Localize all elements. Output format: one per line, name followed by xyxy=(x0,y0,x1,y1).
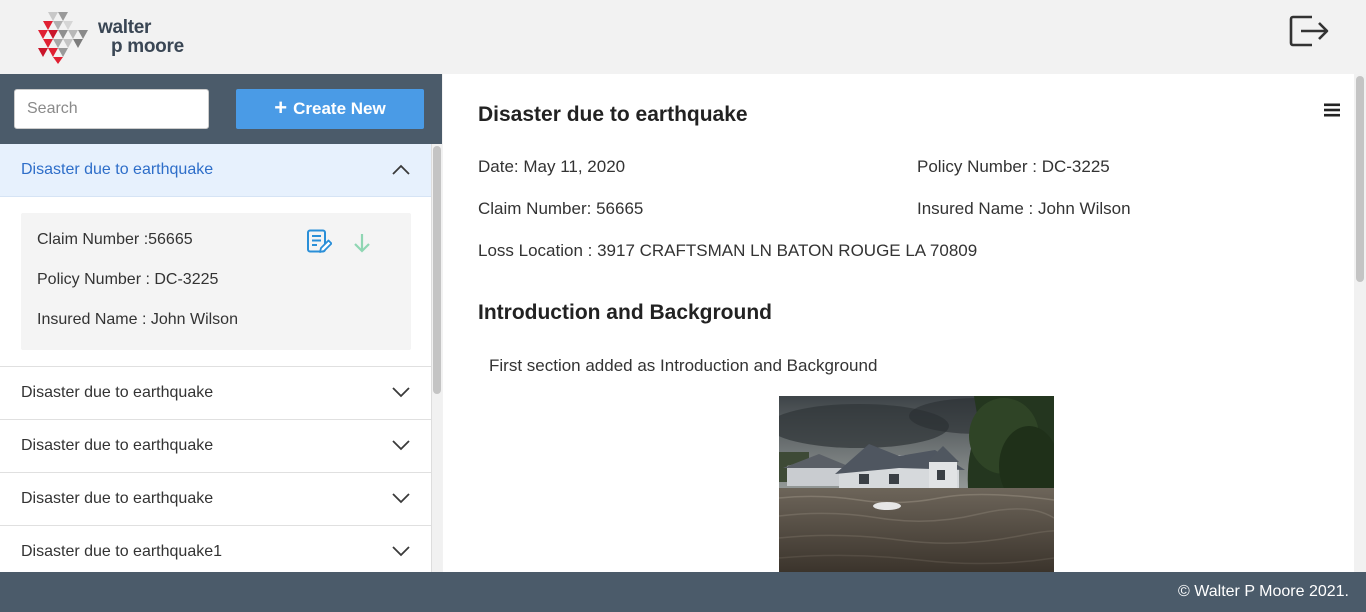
chevron-up-icon[interactable] xyxy=(391,162,411,176)
list-item-title: Disaster due to earthquake xyxy=(21,490,214,507)
create-new-label: Create New xyxy=(293,99,386,118)
claims-sidebar: + Create New Disaster due to earthquake … xyxy=(0,74,442,572)
list-item-header[interactable]: Disaster due to earthquake xyxy=(0,420,431,473)
download-arrow-icon[interactable] xyxy=(351,231,373,255)
logo-wordmark: walter p moore xyxy=(98,18,184,56)
chevron-down-icon[interactable] xyxy=(391,544,411,558)
policy-number: Policy Number : DC-3225 xyxy=(917,157,1110,176)
list-item-title: Disaster due to earthquake1 xyxy=(21,543,223,560)
app-header: walter p moore xyxy=(0,0,1366,74)
company-logo[interactable]: walter p moore xyxy=(34,10,204,64)
insured-name: Insured Name : John Wilson xyxy=(37,311,238,328)
plus-icon: + xyxy=(274,95,288,120)
chevron-down-icon[interactable] xyxy=(391,385,411,399)
claim-number: Claim Number: 56665 xyxy=(478,199,644,218)
logo-line-2: p moore xyxy=(111,36,184,57)
chevron-down-icon[interactable] xyxy=(391,491,411,505)
list-item-title: Disaster due to earthquake xyxy=(21,161,214,178)
chevron-down-icon[interactable] xyxy=(391,438,411,452)
sidebar-scrollbar[interactable] xyxy=(432,144,442,572)
policy-number: Policy Number : DC-3225 xyxy=(37,271,219,288)
section-text: First section added as Introduction and … xyxy=(489,356,878,375)
hamburger-menu-icon[interactable] xyxy=(1323,102,1341,118)
app-footer: © Walter P Moore 2021. xyxy=(0,572,1366,612)
flooded-house-photo xyxy=(779,396,1054,572)
insured-name: Insured Name : John Wilson xyxy=(917,199,1131,218)
logout-icon[interactable] xyxy=(1288,14,1332,48)
edit-document-icon[interactable] xyxy=(306,229,332,255)
create-new-button[interactable]: + Create New xyxy=(236,89,424,129)
walter-p-moore-logo-icon xyxy=(38,12,88,64)
page-title: Disaster due to earthquake xyxy=(478,103,748,126)
claim-detail-panel: Disaster due to earthquake Date: May 11,… xyxy=(443,74,1366,572)
copyright-text: © Walter P Moore 2021. xyxy=(1178,583,1349,600)
scrollbar-thumb[interactable] xyxy=(433,146,441,394)
search-input[interactable] xyxy=(14,89,209,129)
claim-summary-card: Claim Number :56665 Policy Number : DC-3… xyxy=(21,213,411,350)
sidebar-toolbar: + Create New xyxy=(0,74,442,144)
claim-number: Claim Number :56665 xyxy=(37,231,193,248)
section-heading: Introduction and Background xyxy=(478,301,772,324)
claims-list: Disaster due to earthquake Claim Number … xyxy=(0,144,432,572)
loss-location: Loss Location : 3917 CRAFTSMAN LN BATON … xyxy=(478,241,978,260)
list-item-header[interactable]: Disaster due to earthquake xyxy=(0,473,431,526)
list-item-title: Disaster due to earthquake xyxy=(21,384,214,401)
list-item-header[interactable]: Disaster due to earthquake xyxy=(0,367,431,420)
list-item-header[interactable]: Disaster due to earthquake1 xyxy=(0,526,431,572)
list-item-details: Claim Number :56665 Policy Number : DC-3… xyxy=(0,197,431,367)
logo-line-1: walter xyxy=(98,17,152,38)
list-item-title: Disaster due to earthquake xyxy=(21,437,214,454)
scrollbar-thumb[interactable] xyxy=(1356,76,1364,282)
claim-date: Date: May 11, 2020 xyxy=(478,157,626,176)
list-item-header[interactable]: Disaster due to earthquake xyxy=(0,144,431,197)
content-scrollbar[interactable] xyxy=(1354,74,1366,572)
